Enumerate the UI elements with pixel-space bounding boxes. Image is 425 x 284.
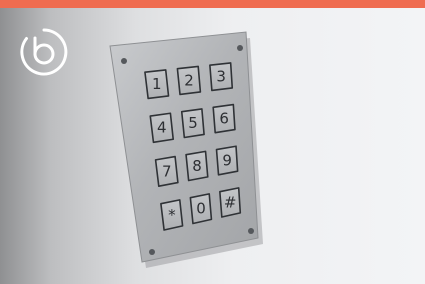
circular-b-logo-icon (20, 28, 68, 76)
keypad-key[interactable]: 8 (185, 150, 209, 182)
keypad-key[interactable]: 5 (180, 108, 205, 139)
keypad-key[interactable]: 6 (212, 103, 236, 134)
keypad-key[interactable]: 4 (149, 112, 175, 144)
keypad-key[interactable]: # (219, 187, 242, 218)
keypad-key-label: 9 (222, 151, 232, 169)
keypad-key-label: 2 (184, 71, 194, 89)
keypad-key-label: # (224, 193, 237, 211)
keypad-key-label: 4 (157, 119, 167, 137)
screw-top-right (237, 45, 243, 51)
keypad-key-label: * (168, 206, 176, 224)
photo-frame: 1 2 3 4 5 6 7 8 9 * 0 # (0, 0, 425, 284)
accent-bar (0, 0, 425, 8)
keypad-key-label: 0 (196, 200, 206, 218)
screw-bottom-right (248, 228, 254, 234)
keypad-key[interactable]: 1 (144, 69, 170, 100)
keypad-key[interactable]: 9 (215, 145, 239, 176)
keypad-key[interactable]: 3 (209, 62, 234, 92)
screw-bottom-left (149, 249, 155, 255)
keypad-key-label: 1 (152, 75, 162, 93)
keypad-panel: 1 2 3 4 5 6 7 8 9 * 0 # (109, 31, 263, 268)
keypad-key-label: 3 (216, 68, 226, 86)
keypad-key-label: 7 (162, 162, 172, 180)
keypad-key-label: 6 (219, 110, 229, 128)
keypad-key[interactable]: * (160, 199, 184, 231)
keypad-panel-wrap: 1 2 3 4 5 6 7 8 9 * 0 # (100, 26, 280, 274)
keypad-key[interactable]: 0 (189, 193, 213, 225)
keypad-key-label: 5 (188, 114, 198, 132)
screw-top-left (121, 58, 127, 64)
keypad-key[interactable]: 7 (154, 155, 179, 187)
keypad-key[interactable]: 2 (176, 65, 202, 96)
keypad-key-label: 8 (192, 157, 202, 175)
